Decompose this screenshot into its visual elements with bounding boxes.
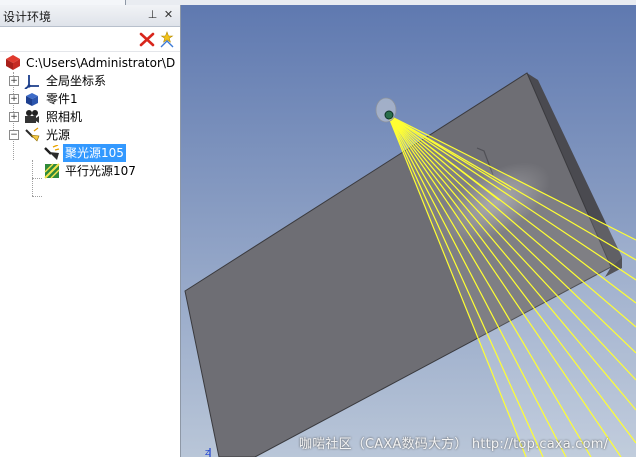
part-icon [26,93,38,106]
expand-toggle[interactable]: + [9,112,19,122]
watermark-text: 咖啱社区（CAXA数码大方） http://top.caxa.com/ [299,437,609,452]
tree-item-directional-light-107[interactable]: 平行光源107 [0,162,178,180]
spotlight-gizmo[interactable] [375,97,397,123]
tree-item-label: 光源 [46,128,71,142]
spotlight-icon [44,145,60,160]
panel-title: 设计环境 [3,10,52,24]
tree-connector [32,196,42,197]
clear-x-icon[interactable] [138,31,156,48]
tree-item-spotlight-105[interactable]: 聚光源105 [0,144,178,162]
tree-item-camera[interactable]: + 照相机 [0,108,178,126]
tree-item-label: 聚光源105 [63,144,126,162]
tree-root[interactable]: C:\Users\Administrator\D [0,54,178,72]
design-root-icon [6,55,20,70]
spotlight-origin[interactable] [384,110,394,120]
tree-item-label: 全局坐标系 [46,74,107,88]
filter-lights-icon[interactable] [158,31,176,48]
collapse-toggle[interactable]: − [9,130,19,140]
coordinate-axes-icon [24,75,39,89]
tree-root-label: C:\Users\Administrator\D [26,56,176,70]
light-source-icon [25,127,40,142]
scene-canvas: Z [181,5,636,457]
design-environment-panel: 设计环境 ⊥ ✕ C:\Users\Administrator\D + 全局坐标… [0,5,181,457]
tree-item-label: 平行光源107 [65,164,136,178]
camera-icon [25,110,39,123]
directional-light-icon [44,163,60,179]
tree-item-lights[interactable]: − 光源 [0,126,178,144]
panel-header: 设计环境 ⊥ ✕ [0,5,180,27]
axis-z-label: Z [205,449,210,457]
expand-toggle[interactable]: + [9,94,19,104]
close-icon[interactable]: ✕ [162,8,175,21]
tree-item-label: 零件1 [46,92,78,106]
expand-toggle[interactable]: + [9,76,19,86]
tree-item-global-coordinates[interactable]: + 全局坐标系 [0,72,178,90]
tree-item-label: 照相机 [46,110,83,124]
pin-icon[interactable]: ⊥ [146,8,159,21]
3d-viewport[interactable]: Z [181,5,636,457]
panel-toolbar [0,27,180,52]
tree-item-part1[interactable]: + 零件1 [0,90,178,108]
